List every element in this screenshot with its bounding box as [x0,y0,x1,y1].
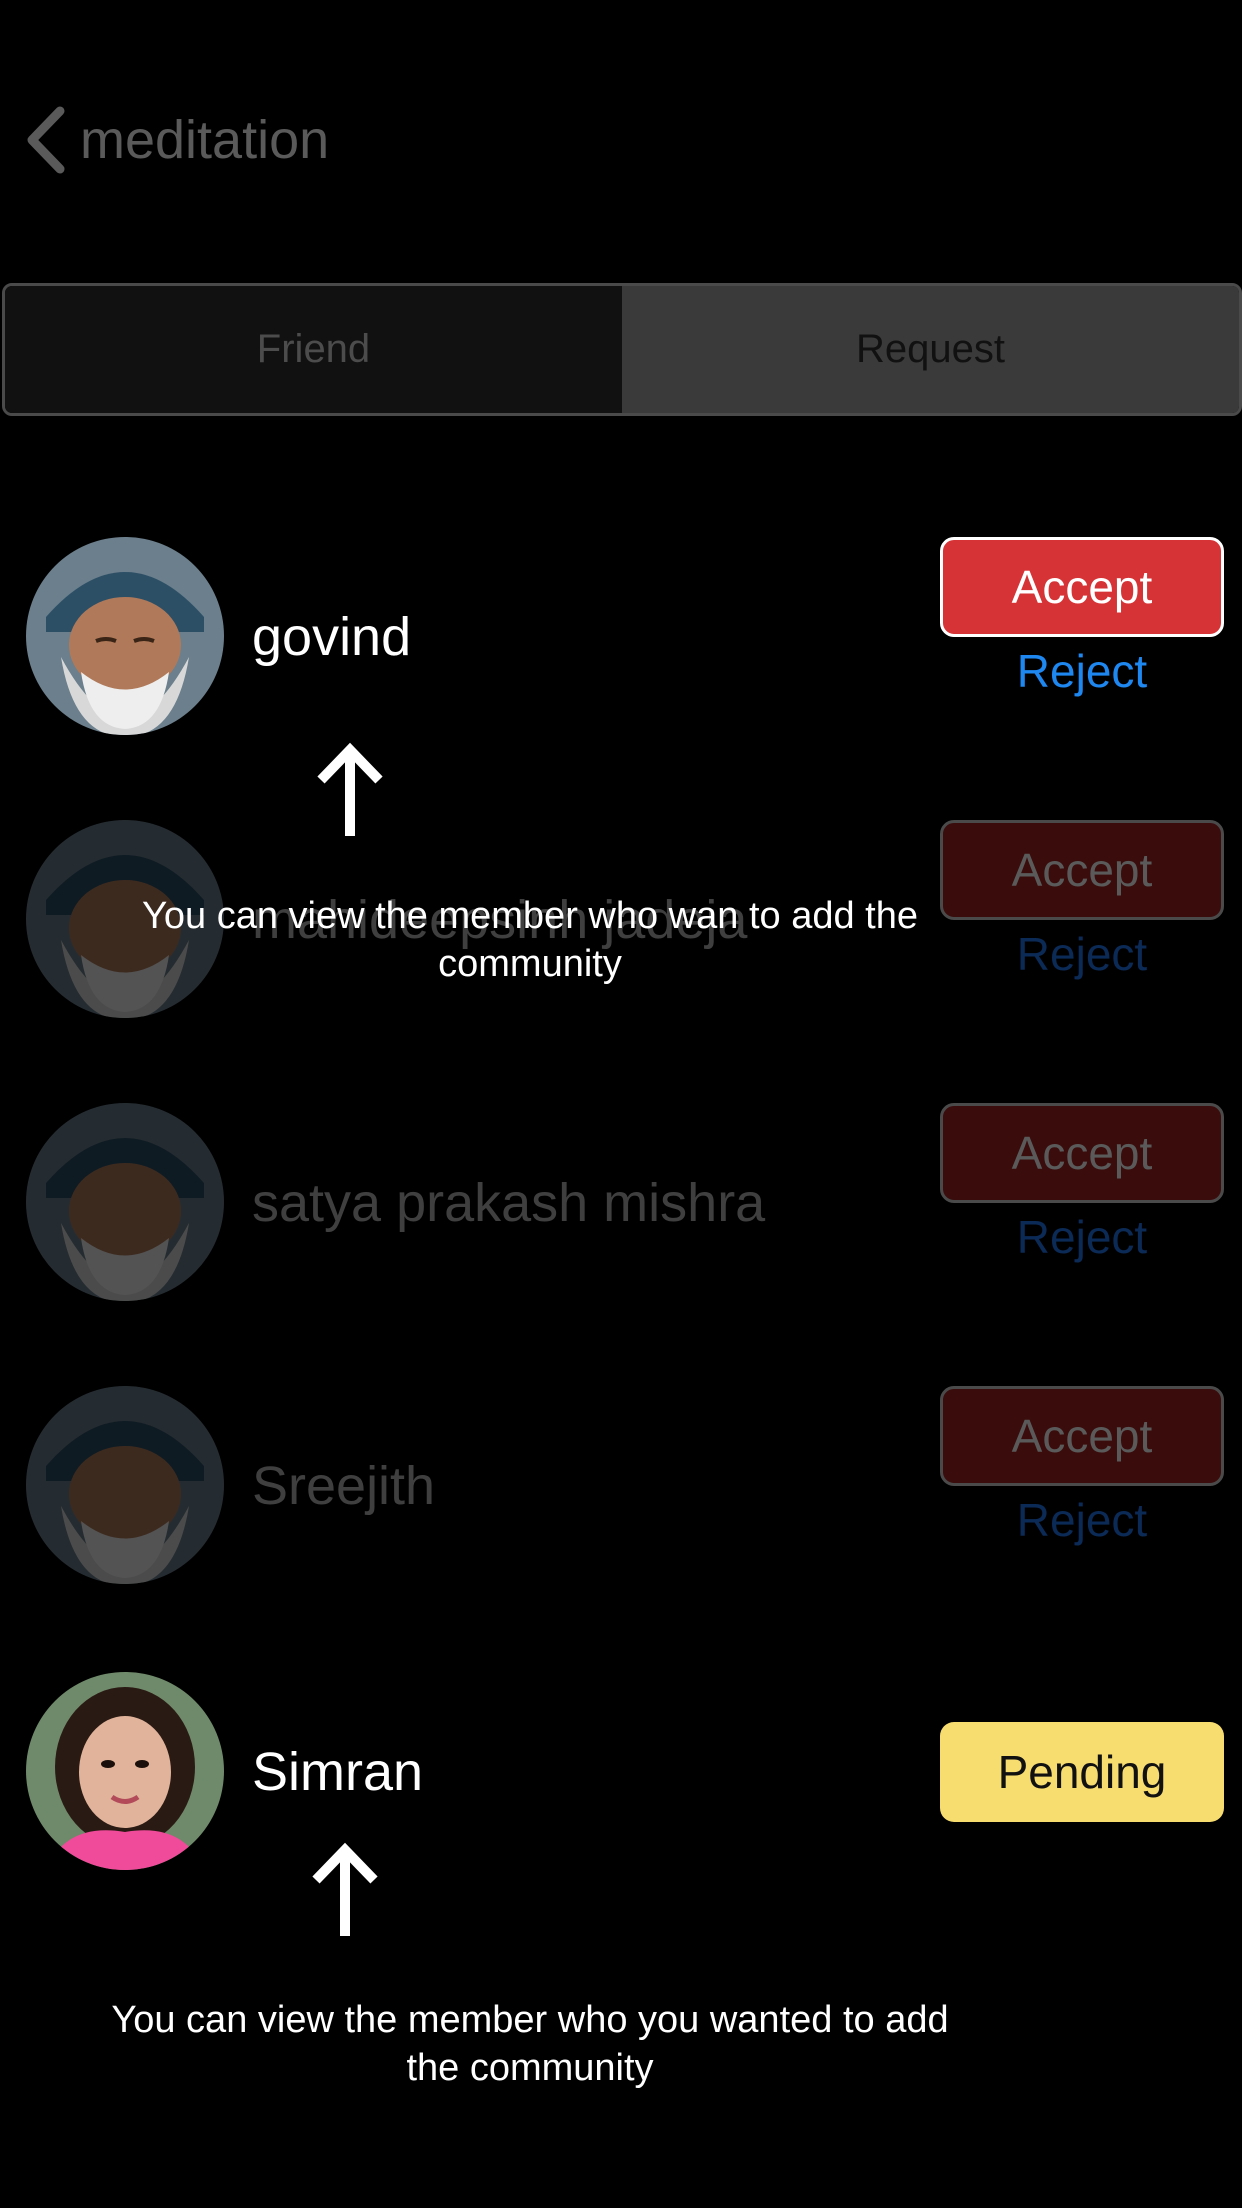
hint-pending: You can view the member who you wanted t… [111,1999,949,2089]
chevron-left-icon [27,106,65,174]
reject-button[interactable]: Reject [940,924,1224,984]
avatar[interactable] [26,1103,224,1301]
page-title: meditation [80,110,330,170]
nav-header: meditation [0,80,1242,200]
arrow-up-icon [312,1842,378,1936]
member-name: satya prakash mishra [252,1173,766,1233]
member-row-govind: govind Accept Reject [0,537,1242,737]
reject-button[interactable]: Reject [940,1207,1224,1267]
avatar[interactable] [26,537,224,735]
member-row-sreejith: Sreejith Accept Reject [0,1386,1242,1586]
segmented-control: Friend Request [2,283,1242,416]
accept-button[interactable]: Accept [940,1386,1224,1486]
avatar[interactable] [26,1386,224,1584]
member-row-satya: satya prakash mishra Accept Reject [0,1103,1242,1303]
arrow-up-icon [317,742,383,836]
avatar[interactable] [26,1672,224,1870]
reject-button[interactable]: Reject [940,641,1224,701]
tab-friend[interactable]: Friend [5,286,622,413]
reject-button[interactable]: Reject [940,1490,1224,1550]
member-name: Simran [252,1742,424,1802]
member-row-simran: Simran Pending [0,1672,1242,1872]
tab-request[interactable]: Request [622,286,1239,413]
member-name: govind [252,607,412,667]
pending-button[interactable]: Pending [940,1722,1224,1822]
accept-button[interactable]: Accept [940,820,1224,920]
back-button[interactable]: meditation [22,100,329,180]
accept-button[interactable]: Accept [940,1103,1224,1203]
hint-incoming: You can view the member who wan to add t… [142,895,918,985]
accept-button[interactable]: Accept [940,537,1224,637]
member-name: Sreejith [252,1456,436,1516]
